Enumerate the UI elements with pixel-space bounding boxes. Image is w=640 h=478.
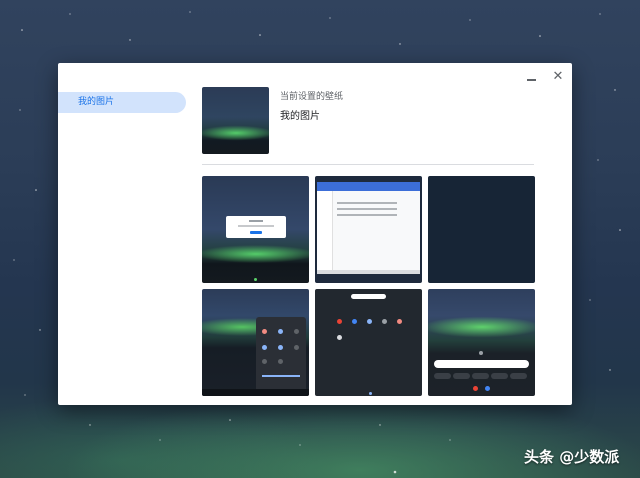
mini-app-icon (367, 319, 372, 324)
mini-shelf-icon (473, 386, 478, 391)
wallpaper-tile-aurora-launcher-search[interactable] (428, 289, 535, 396)
mini-button (250, 231, 262, 234)
current-wallpaper-label: 当前设置的壁纸 (280, 92, 344, 102)
current-wallpaper: 当前设置的壁纸 我的图片 (202, 87, 534, 165)
mini-dialog-preview (226, 216, 286, 238)
mini-chip (491, 373, 508, 379)
mini-app-icon (352, 319, 357, 324)
qs-toggle (294, 329, 299, 334)
qs-toggle (294, 345, 299, 350)
divider (202, 164, 534, 165)
current-wallpaper-thumbnail (202, 87, 269, 154)
qs-toggle (262, 329, 267, 334)
mini-shelf-icon (485, 386, 490, 391)
sidebar-item-my-images[interactable]: 我的图片 (58, 92, 186, 113)
mini-app-icon (337, 319, 342, 324)
wallpaper-tile-files-app-screenshot[interactable] (315, 176, 422, 283)
wallpaper-tile-aurora-quick-settings[interactable] (202, 289, 309, 396)
files-app-sidebar (317, 191, 333, 274)
files-app-row (337, 202, 397, 204)
files-app-shelf (317, 270, 420, 274)
mini-indicator-dot (254, 278, 257, 281)
mini-app-icon (397, 319, 402, 324)
mini-line (238, 225, 274, 227)
qs-toggle (278, 359, 283, 364)
mini-line (249, 220, 263, 222)
mini-chip (472, 373, 489, 379)
mini-launcher-search (351, 294, 386, 299)
close-icon[interactable]: ✕ (550, 70, 566, 84)
current-wallpaper-name: 我的图片 (280, 111, 320, 122)
qs-toggle (278, 329, 283, 334)
sidebar: 我的图片 (58, 92, 188, 113)
wallpaper-tile-aurora-desktop-dialog[interactable] (202, 176, 309, 283)
mini-chip (510, 373, 527, 379)
files-app-header (317, 182, 420, 191)
mini-app-icon (382, 319, 387, 324)
wallpaper-grid (202, 176, 535, 396)
qs-toggle (278, 345, 283, 350)
files-app-preview (317, 182, 420, 274)
mini-page-dot (369, 392, 372, 395)
quick-settings-preview (256, 317, 306, 393)
qs-toggle (262, 345, 267, 350)
qs-toggle (262, 359, 267, 364)
minimize-icon[interactable] (524, 70, 540, 84)
files-app-row (337, 214, 397, 216)
wallpaper-tile-launcher-apps-dark[interactable] (315, 289, 422, 396)
mini-chip (434, 373, 451, 379)
watermark-text: 头条 @少数派 (524, 448, 620, 466)
mini-chevron (479, 351, 483, 355)
mini-chip (453, 373, 470, 379)
minimize-bar (527, 79, 536, 81)
files-app-row (337, 208, 397, 210)
wallpaper-picker-window: ✕ 我的图片 当前设置的壁纸 我的图片 (58, 63, 572, 405)
mini-search-bar (434, 360, 529, 368)
wallpaper-tile-dark-navy-solid[interactable] (428, 176, 535, 283)
mini-app-icon (337, 335, 342, 340)
mini-shelf (202, 389, 309, 396)
qs-slider (262, 375, 300, 377)
